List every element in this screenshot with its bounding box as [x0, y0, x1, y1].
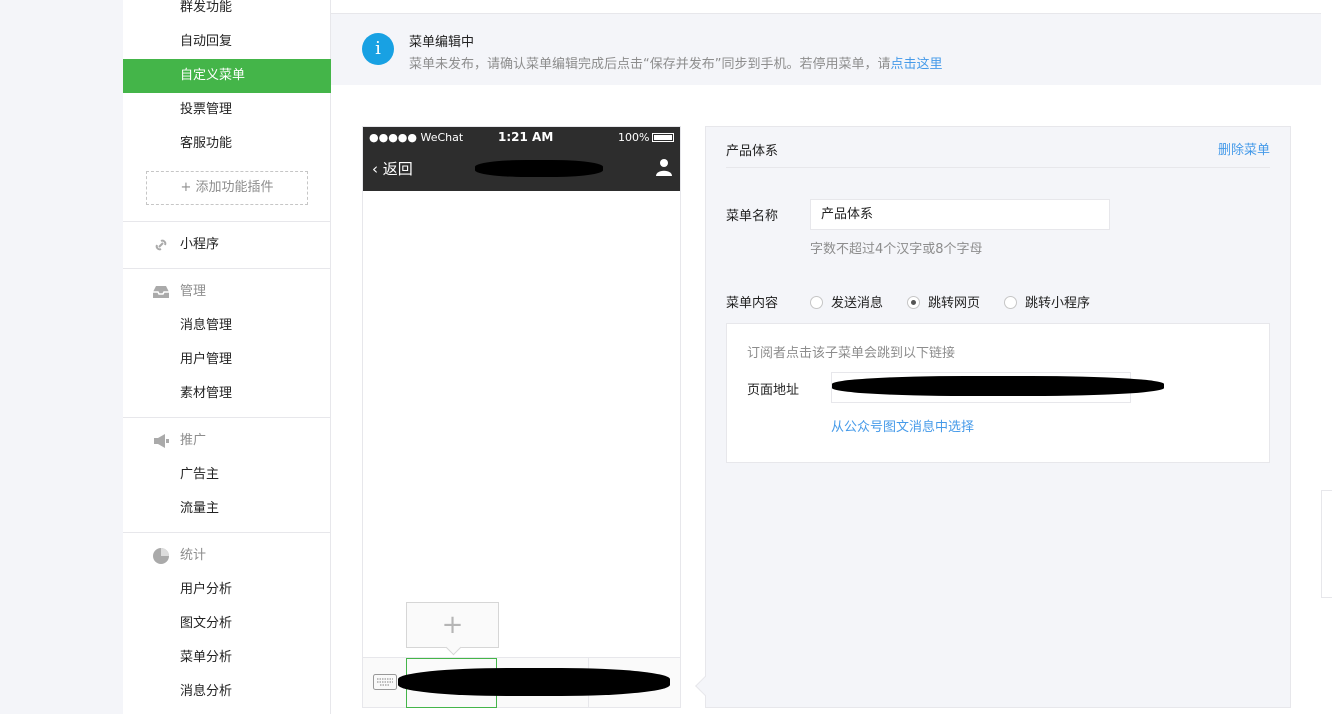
back-label: 返回 — [382, 160, 413, 178]
phone-menu-bar — [363, 657, 680, 708]
phone-preview: ●●●●● WeChat 1:21 AM 100% ‹ 返回 + — [362, 126, 681, 708]
delete-menu-link[interactable]: 删除菜单 — [1218, 139, 1270, 158]
sidebar-item-users[interactable]: 用户管理 — [123, 343, 331, 377]
radio-label: 跳转小程序 — [1025, 296, 1091, 311]
page-url-label: 页面地址 — [747, 383, 800, 398]
sidebar-item-custom-menu[interactable]: 自定义菜单 — [123, 59, 331, 93]
back-button[interactable]: ‹ 返回 — [372, 158, 413, 179]
redacted-menu-names — [398, 668, 670, 696]
keyboard-icon[interactable] — [373, 674, 397, 690]
divider — [123, 532, 331, 533]
sidebar-item-user-analysis[interactable]: 用户分析 — [123, 573, 331, 607]
editor-pointer — [695, 676, 715, 696]
radio-open-webpage[interactable]: 跳转网页 — [907, 292, 980, 311]
battery-percent: 100% — [618, 131, 650, 144]
pick-from-articles-link[interactable]: 从公众号图文消息中选择 — [831, 416, 974, 435]
divider — [123, 417, 331, 418]
divider — [726, 167, 1270, 168]
sidebar-item-customer-service[interactable]: 客服功能 — [123, 127, 331, 161]
divider — [123, 221, 331, 222]
radio-dot-checked — [907, 296, 920, 309]
disable-menu-link[interactable]: 点击这里 — [890, 57, 942, 72]
link-icon — [155, 239, 167, 251]
sidebar-item-vote[interactable]: 投票管理 — [123, 93, 331, 127]
sidebar-section-label: 管理 — [180, 284, 207, 299]
sidebar: 群发功能 自动回复 自定义菜单 投票管理 客服功能 + 添加功能插件 小程序 管… — [123, 0, 331, 714]
sidebar-item-advertiser[interactable]: 广告主 — [123, 458, 331, 492]
notice-title: 菜单编辑中 — [409, 35, 475, 50]
redacted-account-name — [475, 160, 603, 177]
sidebar-section-promote: 推广 — [123, 424, 331, 458]
user-icon[interactable] — [655, 158, 673, 176]
sidebar-section-label: 统计 — [180, 548, 207, 563]
menu-content-label: 菜单内容 — [726, 296, 779, 311]
sidebar-item-publisher[interactable]: 流量主 — [123, 492, 331, 526]
menu-name-input[interactable]: 产品体系 — [810, 199, 1110, 230]
sidebar-section-stats: 统计 — [123, 539, 331, 573]
editing-notice: i 菜单编辑中 菜单未发布，请确认菜单编辑完成后点击“保存并发布”同步到手机。若… — [331, 14, 1321, 85]
editor-title: 产品体系 — [726, 144, 779, 159]
sidebar-item-mini-program[interactable]: 小程序 — [123, 228, 331, 262]
divider — [123, 268, 331, 269]
link-settings-box: 订阅者点击该子菜单会跳到以下链接 页面地址 从公众号图文消息中选择 — [726, 323, 1270, 463]
sidebar-section-manage: 管理 — [123, 275, 331, 309]
sidebar-item-mass-send[interactable]: 群发功能 — [123, 0, 331, 25]
carrier-status: ●●●●● WeChat — [369, 131, 464, 144]
main-panel: i 菜单编辑中 菜单未发布，请确认菜单编辑完成后点击“保存并发布”同步到手机。若… — [331, 0, 1332, 714]
menu-name-hint: 字数不超过4个汉字或8个字母 — [810, 242, 983, 257]
add-plugin-button[interactable]: + 添加功能插件 — [146, 171, 308, 205]
sidebar-section-label: 推广 — [180, 433, 207, 448]
phone-time: 1:21 AM — [498, 130, 554, 144]
battery-icon — [652, 133, 674, 142]
sidebar-item-messages[interactable]: 消息管理 — [123, 309, 331, 343]
radio-label: 跳转网页 — [928, 296, 981, 311]
radio-dot — [1004, 296, 1017, 309]
sidebar-item-menu-analysis[interactable]: 菜单分析 — [123, 641, 331, 675]
sidebar-item-auto-reply[interactable]: 自动回复 — [123, 25, 331, 59]
sidebar-item-label: 小程序 — [180, 237, 220, 252]
radio-dot — [810, 296, 823, 309]
phone-header: ●●●●● WeChat 1:21 AM 100% ‹ 返回 — [363, 127, 680, 191]
radio-send-message[interactable]: 发送消息 — [810, 292, 883, 311]
sidebar-item-article-analysis[interactable]: 图文分析 — [123, 607, 331, 641]
redacted-url — [832, 376, 1164, 396]
link-description: 订阅者点击该子菜单会跳到以下链接 — [747, 346, 956, 361]
pie-chart-icon — [153, 548, 169, 564]
menu-name-label: 菜单名称 — [726, 209, 779, 224]
megaphone-icon — [154, 434, 169, 448]
sidebar-item-materials[interactable]: 素材管理 — [123, 377, 331, 411]
info-icon: i — [362, 33, 394, 65]
notice-text: 菜单未发布，请确认菜单编辑完成后点击“保存并发布”同步到手机。若停用菜单，请 — [409, 57, 891, 72]
menu-editor: 产品体系 删除菜单 菜单名称 产品体系 字数不超过4个汉字或8个字母 菜单内容 … — [695, 126, 1291, 708]
floating-side-panel[interactable] — [1321, 490, 1332, 598]
notice-description: 菜单未发布，请确认菜单编辑完成后点击“保存并发布”同步到手机。若停用菜单，请点击… — [409, 53, 943, 72]
radio-label: 发送消息 — [831, 296, 884, 311]
add-submenu-button[interactable]: + — [406, 602, 499, 648]
inbox-icon — [153, 286, 169, 298]
sidebar-item-message-analysis[interactable]: 消息分析 — [123, 675, 331, 709]
radio-open-mini-program[interactable]: 跳转小程序 — [1004, 292, 1090, 311]
